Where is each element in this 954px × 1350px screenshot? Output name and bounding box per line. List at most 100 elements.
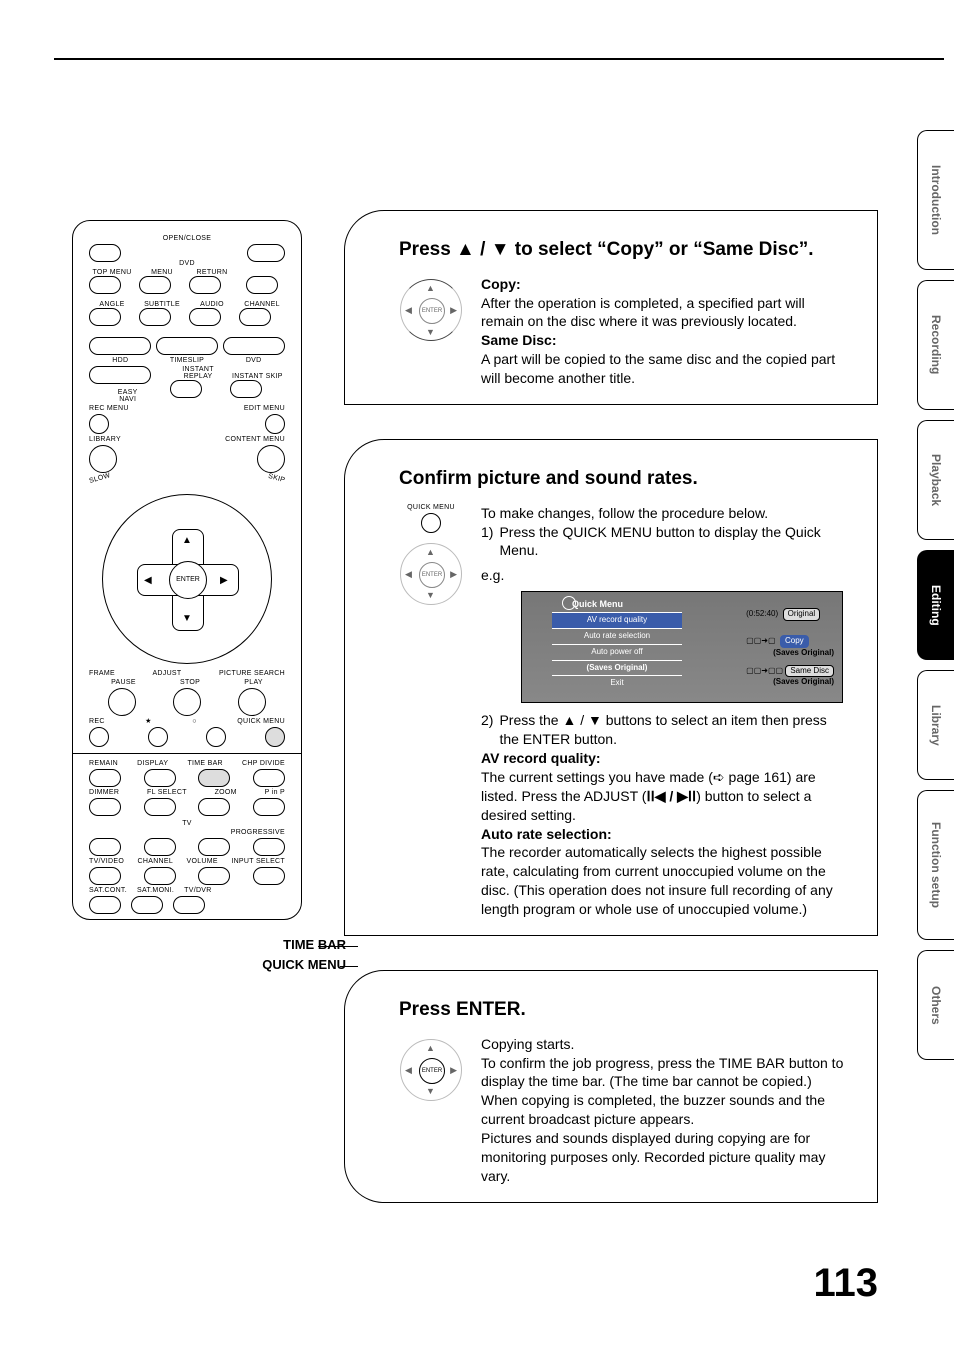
lbl-tv-video: TV/VIDEO	[89, 858, 124, 865]
btn-tv-ch-down	[144, 867, 176, 885]
btn-top-menu	[89, 276, 121, 294]
lbl-mini-quick-menu: QUICK MENU	[399, 504, 463, 511]
arrow-left-icon: ◀	[144, 574, 152, 588]
lbl-timeslip: TIMESLIP	[156, 357, 219, 364]
btn-vol-down	[198, 867, 230, 885]
lbl-channel2: CHANNEL	[138, 858, 174, 865]
btn-rec	[89, 727, 109, 747]
av-text: The current settings you have made (➪ pa…	[481, 768, 847, 825]
mini-dpad-7: ENTER ▲ ▼ ◀ ▶	[399, 1035, 463, 1105]
mini-quick-menu: QUICK MENU ENTER ▲ ▼ ◀ ▶	[399, 504, 463, 609]
tab-introduction[interactable]: Introduction	[917, 130, 954, 270]
same-disc-heading: Same Disc:	[481, 332, 556, 348]
lbl-edit-menu: EDIT MENU	[244, 405, 285, 412]
step7-p2: To confirm the job progress, press the T…	[481, 1054, 847, 1130]
btn-instant-replay	[170, 380, 202, 398]
lbl-time-bar: TIME BAR	[187, 760, 222, 767]
btn-hdd	[89, 337, 151, 355]
caption-quick-menu: QUICK MENU	[226, 956, 346, 974]
lbl-hdd: HDD	[89, 357, 152, 364]
lbl-tv-dvr: TV/DVR	[184, 887, 211, 894]
btn-sat-cont	[89, 896, 121, 914]
step-7: Press ENTER. ENTER ▲ ▼ ◀ ▶ Copying start…	[344, 970, 878, 1203]
page-top-rule	[54, 58, 944, 60]
lbl-fl-select: FL SELECT	[147, 789, 187, 796]
remote-dpad: ENTER ▲ ▼ ◀ ▶	[102, 494, 272, 664]
mini-enter-7: ENTER	[419, 1058, 445, 1084]
step6-sub1: Press the QUICK MENU button to display t…	[499, 523, 847, 561]
lbl-quick-menu-btn: QUICK MENU	[237, 718, 285, 725]
step-5: Press ▲ / ▼ to select “Copy” or “Same Di…	[344, 210, 878, 405]
btn-remain	[89, 769, 121, 787]
btn-fl-select	[144, 798, 176, 816]
btn-time-bar	[198, 769, 230, 787]
lbl-sat-moni: SAT.MONI.	[137, 887, 174, 894]
auto-text: The recorder automatically selects the h…	[481, 843, 847, 919]
btn-ch-down	[239, 308, 271, 326]
tab-playback[interactable]: Playback	[917, 420, 954, 540]
lbl-adjust: ADJUST	[152, 670, 181, 677]
bullet-2: 2)	[481, 711, 493, 749]
lbl-slow: SLOW	[88, 472, 111, 485]
lbl-return: RETURN	[189, 269, 235, 276]
lbl-angle: ANGLE	[89, 301, 135, 308]
btn-timeslip	[156, 337, 218, 355]
lbl-easy-navi: EASY NAVI	[89, 389, 166, 403]
btn-chp-divide	[253, 769, 285, 787]
step6-intro: To make changes, follow the procedure be…	[481, 504, 847, 523]
lbl-library: LIBRARY	[89, 436, 121, 443]
qm-copy: Copy	[780, 635, 809, 648]
btn-open-close	[89, 244, 121, 262]
qm-item-av: AV record quality	[552, 612, 682, 628]
qm-saves-1: (Saves Original)	[746, 648, 834, 659]
caption-time-bar: TIME BAR	[226, 936, 346, 954]
tab-function-setup[interactable]: Function setup	[917, 790, 954, 940]
lbl-rec: REC	[89, 718, 105, 725]
page-ref-icon: ➪	[713, 769, 725, 785]
av-label: AV record quality:	[481, 750, 601, 766]
btn-ch-up	[246, 276, 278, 294]
bullet-1: 1)	[481, 523, 493, 561]
quick-menu-header: Quick Menu	[562, 598, 623, 610]
mini-dpad-5: ENTER ▲ ▼ ◀ ▶	[399, 275, 463, 345]
step-6-title: Confirm picture and sound rates.	[399, 466, 698, 492]
lbl-tv: TV	[89, 820, 285, 827]
btn-library	[89, 445, 117, 473]
step6-sub2: Press the ▲ / ▼ buttons to select an ite…	[499, 711, 847, 749]
btn-subtitle	[139, 308, 171, 326]
lbl-content-menu: CONTENT MENU	[225, 436, 285, 443]
btn-zoom	[198, 798, 230, 816]
mini-quick-menu-btn	[421, 513, 441, 533]
tab-library[interactable]: Library	[917, 670, 954, 780]
btn-tv-power	[89, 838, 121, 856]
lbl-subtitle: SUBTITLE	[139, 301, 185, 308]
qm-time: (0:52:40)	[746, 609, 778, 618]
step-6: Confirm picture and sound rates. QUICK M…	[344, 439, 878, 936]
btn-edit-menu	[265, 414, 285, 434]
btn-menu	[139, 276, 171, 294]
lbl-open-close: OPEN/CLOSE	[89, 235, 285, 242]
lbl-top-menu: TOP MENU	[89, 269, 135, 276]
lbl-input-select: INPUT SELECT	[231, 858, 285, 865]
lbl-picture-search: PICTURE SEARCH	[219, 670, 285, 677]
btn-stop	[173, 688, 201, 716]
btn-sat-moni	[131, 896, 163, 914]
btn-angle	[89, 308, 121, 326]
remote-diagram: OPEN/CLOSE DVD TOP MENU MENU RETURN ANGL…	[72, 220, 302, 920]
mini-enter-6a: ENTER	[419, 562, 445, 588]
tab-others[interactable]: Others	[917, 950, 954, 1060]
arrow-down-icon: ▼	[182, 612, 192, 626]
quick-menu-screenshot: Quick Menu AV record quality Auto rate s…	[521, 591, 843, 703]
btn-pinp	[253, 798, 285, 816]
btn-return	[189, 276, 221, 294]
lbl-instant-skip: INSTANT SKIP	[230, 373, 285, 380]
btn-enter: ENTER	[169, 561, 207, 599]
btn-content-menu	[257, 445, 285, 473]
tab-recording[interactable]: Recording	[917, 280, 954, 410]
qm-item-auto: Auto rate selection	[552, 628, 682, 644]
lbl-pause: PAUSE	[111, 679, 136, 686]
lbl-sat-cont: SAT.CONT.	[89, 887, 127, 894]
tab-editing[interactable]: Editing	[917, 550, 954, 660]
btn-star	[148, 727, 168, 747]
btn-dvd2	[223, 337, 285, 355]
